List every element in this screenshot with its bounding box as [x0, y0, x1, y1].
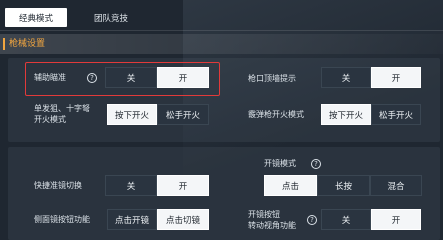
section-title: 枪械设置 — [9, 39, 46, 49]
tab-divider — [0, 30, 443, 31]
sniper-fire-label-line2: 开火模式 — [34, 115, 66, 124]
scope-hold-button[interactable]: 长按 — [317, 175, 370, 196]
muzzle-hint-on-button[interactable]: 开 — [371, 67, 421, 88]
quick-scope-on-button[interactable]: 开 — [157, 175, 209, 196]
help-icon[interactable]: ? — [311, 159, 321, 169]
scope-tap-button[interactable]: 点击 — [264, 175, 317, 196]
section-header — [0, 34, 443, 54]
help-icon[interactable]: ? — [307, 215, 317, 225]
scope-turn-on-button[interactable]: 开 — [371, 209, 421, 230]
scope-turn-off-button[interactable]: 关 — [321, 209, 371, 230]
side-scope-label: 侧面镜按钮功能 — [34, 215, 90, 224]
quick-scope-label: 快捷准镜切换 — [34, 181, 82, 190]
sniper-fire-label-line1: 单发狙、十字弩 — [34, 104, 90, 113]
sniper-release-fire-button[interactable]: 松手开火 — [157, 104, 209, 125]
shotgun-press-fire-button[interactable]: 按下开火 — [321, 104, 371, 125]
aim-assist-highlight-box — [25, 62, 220, 96]
shotgun-release-fire-button[interactable]: 松手开火 — [371, 104, 421, 125]
scope-mode-label: 开镜模式 — [264, 159, 296, 168]
shotgun-fire-label: 霰弹枪开火模式 — [248, 110, 304, 119]
side-scope-open-button[interactable]: 点击开镜 — [107, 209, 157, 230]
sniper-press-fire-button[interactable]: 按下开火 — [107, 104, 157, 125]
scope-mixed-button[interactable]: 混合 — [370, 175, 422, 196]
section-accent-bar — [3, 38, 5, 50]
tab-team-deathmatch[interactable]: 团队竞技 — [80, 8, 142, 27]
quick-scope-off-button[interactable]: 关 — [105, 175, 157, 196]
muzzle-hint-off-button[interactable]: 关 — [321, 67, 371, 88]
scope-turn-label-line1: 开镜按钮 — [248, 210, 280, 219]
muzzle-hint-label: 枪口顶墙提示 — [248, 74, 296, 83]
side-scope-switch-button[interactable]: 点击切镜 — [157, 209, 209, 230]
scope-turn-label-line2: 转动视角功能 — [248, 221, 296, 230]
tab-classic-mode[interactable]: 经典模式 — [5, 8, 67, 27]
